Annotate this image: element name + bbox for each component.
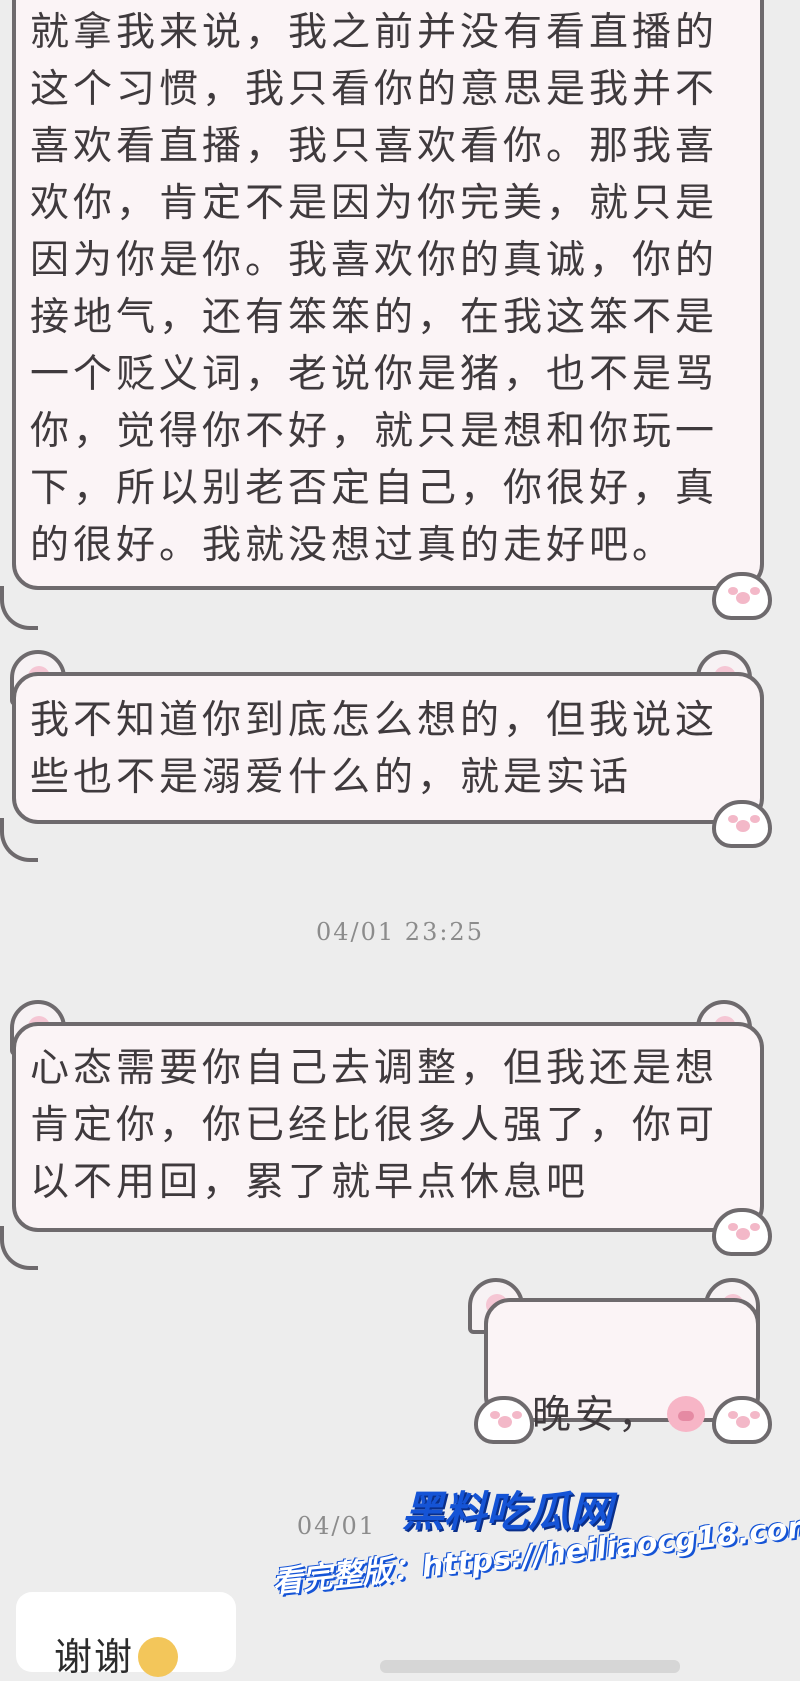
bubble-tail-decoration bbox=[0, 818, 38, 862]
pig-face-icon bbox=[667, 1396, 706, 1432]
bubble-paw-decoration bbox=[712, 1396, 772, 1444]
message-text-3: 心态需要你自己去调整，但我还是想 肯定你，你已经比很多人强了，你可 以不用回，累… bbox=[30, 1046, 719, 1205]
message-text-5-label: 谢谢 bbox=[54, 1635, 135, 1679]
message-bubble-2[interactable]: 我不知道你到底怎么想的，但我说这 些也不是溺爱什么的，就是实话 bbox=[12, 672, 764, 824]
message-bubble-5[interactable]: 谢谢 bbox=[16, 1592, 236, 1679]
bubble-paw-decoration bbox=[712, 800, 772, 848]
bubble-tail-decoration bbox=[0, 1226, 38, 1270]
hugging-face-icon bbox=[138, 1636, 179, 1677]
message-text-4-label: 晚安， bbox=[532, 1393, 662, 1438]
bubble-paw-decoration bbox=[712, 1208, 772, 1256]
message-bubble-3[interactable]: 心态需要你自己去调整，但我还是想 肯定你，你已经比很多人强了，你可 以不用回，累… bbox=[12, 1022, 764, 1232]
message-timestamp: 04/01 bbox=[296, 1512, 376, 1540]
message-text-4: 晚安， bbox=[532, 1330, 706, 1444]
bubble-paw-decoration bbox=[712, 572, 772, 620]
message-bubble-1[interactable]: 就拿我来说，我之前并没有看直播的 这个习惯，我只看你的意思是我并不 喜欢看直播，… bbox=[12, 0, 764, 590]
bubble-tail-decoration bbox=[0, 586, 38, 630]
home-indicator-bar bbox=[380, 1660, 680, 1673]
message-text-1: 就拿我来说，我之前并没有看直播的 这个习惯，我只看你的意思是我并不 喜欢看直播，… bbox=[30, 10, 719, 568]
message-timestamp: 04/01 23:25 bbox=[316, 918, 484, 946]
message-text-2: 我不知道你到底怎么想的，但我说这 些也不是溺爱什么的，就是实话 bbox=[30, 698, 719, 800]
bubble-paw-decoration bbox=[474, 1396, 534, 1444]
